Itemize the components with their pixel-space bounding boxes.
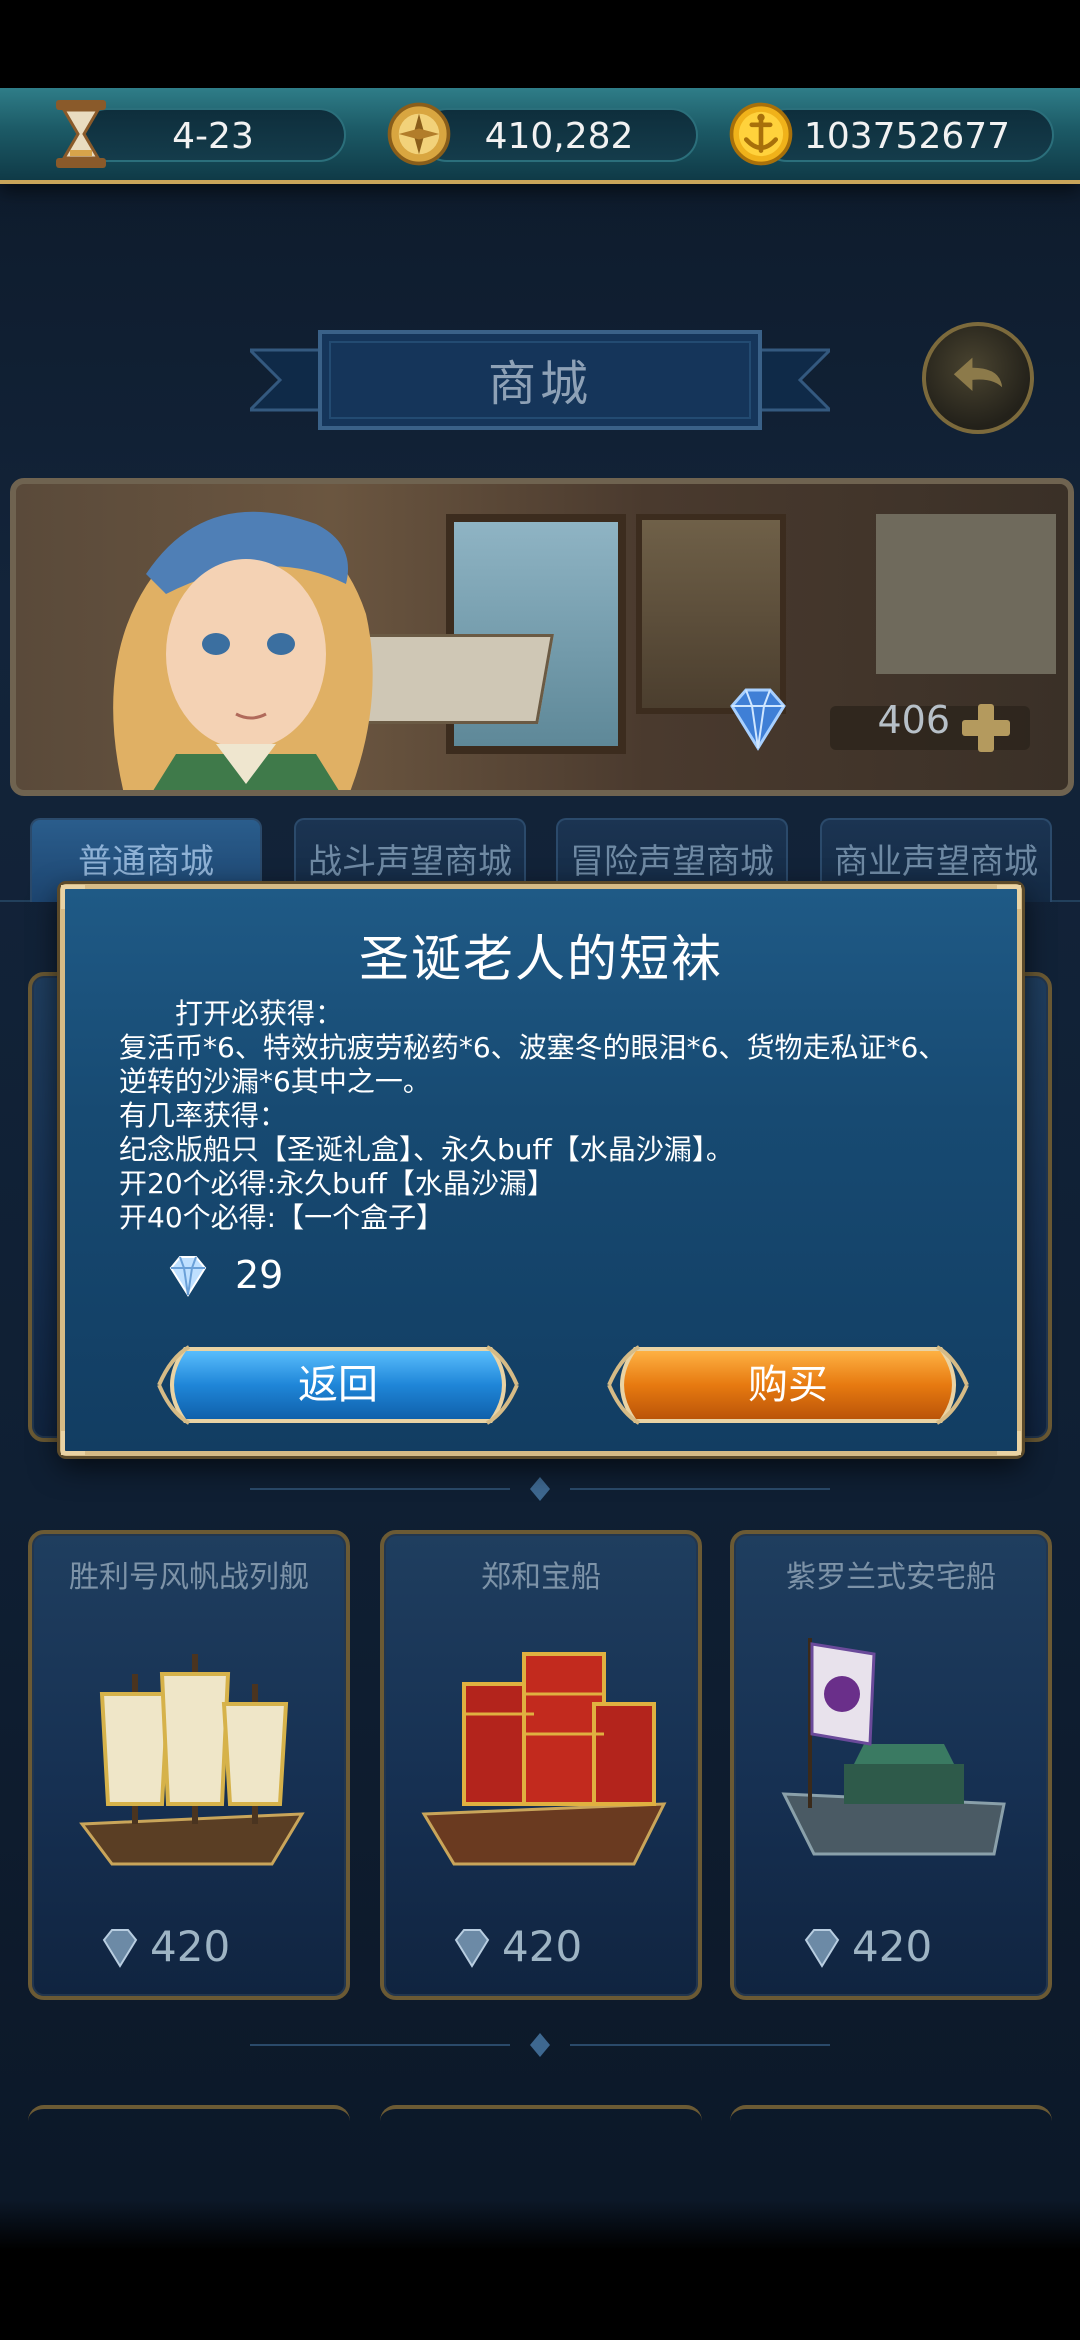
return-button-label: 返回 (298, 1362, 378, 1408)
dialog-corner (997, 1431, 1021, 1455)
desc-line: 逆转的沙漏*6其中之一。 (119, 1065, 431, 1098)
desc-line: 打开必获得： (175, 997, 344, 1030)
desc-line: 开40个必得:【一个盒子】 (119, 1201, 445, 1234)
buy-button-label: 购买 (748, 1362, 828, 1408)
shop-screen: 4-23 410,282 103752677 商城 406 普通商城 战斗声望商… (0, 0, 1080, 2340)
dialog-corner (61, 885, 85, 909)
return-button[interactable]: 返回 (155, 1337, 521, 1433)
dialog-corner (61, 1431, 85, 1455)
desc-line: 纪念版船只【圣诞礼盒】、永久buff【水晶沙漏】。 (119, 1133, 734, 1166)
dialog-corner (997, 885, 1021, 909)
diamond-icon (169, 1256, 207, 1297)
buy-button[interactable]: 购买 (605, 1337, 971, 1433)
desc-line: 复活币*6、特效抗疲劳秘药*6、波塞冬的眼泪*6、货物走私证*6、 (119, 1031, 947, 1064)
dialog-title: 圣诞老人的短袜 (359, 930, 723, 988)
desc-line: 有几率获得： (119, 1099, 288, 1132)
dialog-description: 打开必获得： 复活币*6、特效抗疲劳秘药*6、波塞冬的眼泪*6、货物走私证*6、… (119, 997, 999, 1235)
dialog-price-value: 29 (235, 1253, 284, 1297)
desc-line: 开20个必得:永久buff【水晶沙漏】 (119, 1167, 555, 1200)
item-detail-dialog: 圣诞老人的短袜 打开必获得： 复活币*6、特效抗疲劳秘药*6、波塞冬的眼泪*6、… (60, 884, 1022, 1456)
